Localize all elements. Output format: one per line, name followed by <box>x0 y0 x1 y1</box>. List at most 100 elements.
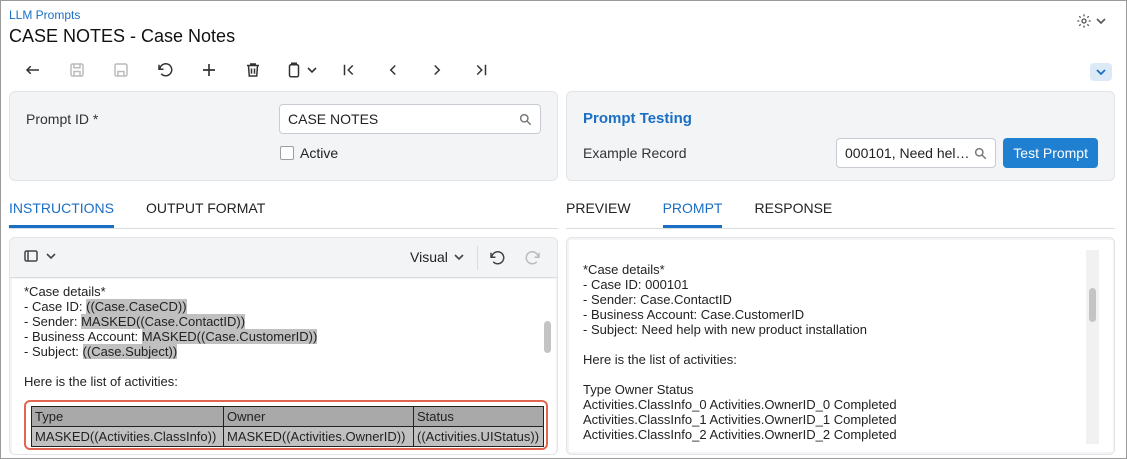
table-header-cell: Status <box>413 406 544 427</box>
prompt-testing-title: Prompt Testing <box>583 110 692 127</box>
editor-mode-value: Visual <box>410 249 448 265</box>
undo-button[interactable] <box>143 57 187 83</box>
preview-line: Activities.ClassInfo_1 Activities.OwnerI… <box>583 412 897 427</box>
save-button[interactable] <box>99 57 143 83</box>
tab-prompt[interactable]: PROMPT <box>662 200 723 228</box>
test-prompt-button[interactable]: Test Prompt <box>1003 138 1098 168</box>
instructions-tabs: INSTRUCTIONS OUTPUT FORMAT <box>9 193 558 229</box>
editor-mode-dropdown[interactable]: Visual <box>410 249 464 265</box>
prompt-preview-content: *Case details* - Case ID: 000101 - Sende… <box>569 240 1113 452</box>
table-cell: MASKED((Activities.OwnerID)) <box>223 426 414 447</box>
collapse-header-button[interactable] <box>1090 63 1112 81</box>
tab-instructions[interactable]: INSTRUCTIONS <box>9 200 114 228</box>
chevron-down-icon <box>307 67 317 74</box>
save-close-button[interactable] <box>55 57 99 83</box>
search-icon[interactable] <box>974 147 987 160</box>
placeholder-token: ((Case.Subject)) <box>82 344 178 359</box>
table-cell: MASKED((Activities.ClassInfo)) <box>31 426 224 447</box>
editor-content[interactable]: *Case details* - Case ID: ((Case.CaseCD)… <box>12 279 556 454</box>
table-cell: ((Activities.UIStatus)) <box>413 426 544 447</box>
add-icon <box>203 64 215 76</box>
prompt-form-panel: Prompt ID * CASE NOTES Active <box>9 91 558 181</box>
preview-line: Activities.ClassInfo_2 Activities.OwnerI… <box>583 427 897 442</box>
editor-layout-menu[interactable] <box>24 250 56 262</box>
tab-response[interactable]: RESPONSE <box>754 200 832 228</box>
placeholder-token: MASKED((Case.CustomerID)) <box>141 329 318 344</box>
tab-output-format[interactable]: OUTPUT FORMAT <box>146 200 265 228</box>
prompt-testing-panel: Prompt Testing Example Record 000101, Ne… <box>566 91 1115 181</box>
active-checkbox[interactable] <box>280 146 294 160</box>
editor-heading: *Case details* <box>24 284 106 299</box>
breadcrumb[interactable]: LLM Prompts <box>9 8 80 22</box>
save-icon <box>114 63 128 77</box>
preview-scroll-track[interactable] <box>1086 250 1099 444</box>
preview-line: - Sender: Case.ContactID <box>583 292 732 307</box>
app-window: LLM Prompts CASE NOTES - Case Notes Prom… <box>0 0 1127 459</box>
activities-intro: Here is the list of activities: <box>24 374 178 389</box>
activities-table: Type Owner Status MASKED((Activities.Cla… <box>31 406 544 447</box>
page-title: CASE NOTES - Case Notes <box>9 26 236 46</box>
layout-icon <box>24 250 38 262</box>
chevron-down-icon <box>1096 69 1106 76</box>
table-header-cell: Owner <box>223 406 414 427</box>
example-record-label: Example Record <box>583 145 687 161</box>
editor-scrollbar[interactable] <box>544 321 551 353</box>
back-icon <box>25 65 39 75</box>
preview-line: - Case ID: 000101 <box>583 277 689 292</box>
placeholder-token: ((Case.CaseCD)) <box>86 299 187 314</box>
toolbar-divider <box>477 246 478 270</box>
activities-table-highlight: Type Owner Status MASKED((Activities.Cla… <box>24 400 548 450</box>
clipboard-icon <box>288 62 300 78</box>
prompt-tabs: PREVIEW PROMPT RESPONSE <box>566 193 1115 229</box>
save-close-icon <box>70 63 84 77</box>
delete-button[interactable] <box>231 57 275 83</box>
active-checkbox-row[interactable]: Active <box>280 145 338 161</box>
add-button[interactable] <box>187 57 231 83</box>
tab-preview[interactable]: PREVIEW <box>566 200 631 228</box>
last-record-icon <box>476 64 487 76</box>
chevron-down-icon <box>46 253 56 260</box>
next-record-icon <box>434 64 441 76</box>
table-header-row: Type Owner Status <box>31 406 544 427</box>
preview-line: Here is the list of activities: <box>583 352 737 367</box>
previous-record-button[interactable] <box>371 57 415 83</box>
prompt-id-value: CASE NOTES <box>288 111 379 127</box>
table-header-cell: Type <box>31 406 224 427</box>
preview-line: Activities.ClassInfo_0 Activities.OwnerI… <box>583 397 897 412</box>
search-icon[interactable] <box>519 113 532 126</box>
back-button[interactable] <box>11 57 55 83</box>
example-record-field[interactable]: 000101, Need help with new product insta… <box>836 138 996 168</box>
instructions-editor: Visual *Case details* - Case ID: ((Case.… <box>9 237 558 455</box>
example-record-value: 000101, Need help with new product insta… <box>845 145 974 161</box>
prompt-id-label: Prompt ID * <box>26 111 99 127</box>
previous-record-icon <box>389 64 396 76</box>
prompt-id-field[interactable]: CASE NOTES <box>279 104 541 134</box>
editor-line: - Sender: MASKED((Case.ContactID)) <box>24 314 246 329</box>
placeholder-token: MASKED((Case.ContactID)) <box>81 314 246 329</box>
preview-line: Type Owner Status <box>583 382 694 397</box>
preview-line: - Business Account: Case.CustomerID <box>583 307 805 322</box>
undo-icon <box>158 63 173 77</box>
editor-line: - Business Account: MASKED((Case.Custome… <box>24 329 318 344</box>
table-row: MASKED((Activities.ClassInfo)) MASKED((A… <box>31 426 544 447</box>
undo-icon[interactable] <box>488 249 506 267</box>
preview-line: - Subject: Need help with new product in… <box>583 322 867 337</box>
delete-icon <box>247 63 259 77</box>
editor-line: - Case ID: ((Case.CaseCD)) <box>24 299 187 314</box>
clipboard-menu-button[interactable] <box>275 57 327 83</box>
active-label: Active <box>300 145 339 161</box>
first-record-button[interactable] <box>327 57 371 83</box>
prompt-preview-panel: *Case details* - Case ID: 000101 - Sende… <box>566 237 1115 455</box>
preview-line: *Case details* <box>583 262 665 277</box>
editor-toolbar: Visual <box>10 238 557 278</box>
main-toolbar <box>11 57 503 83</box>
chevron-down-icon <box>1096 18 1106 25</box>
preview-scrollbar[interactable] <box>1089 288 1096 322</box>
redo-icon[interactable] <box>524 249 542 267</box>
last-record-button[interactable] <box>459 57 503 83</box>
chevron-down-icon <box>454 254 464 261</box>
settings-menu[interactable] <box>1076 13 1106 29</box>
editor-line: - Subject: ((Case.Subject)) <box>24 344 178 359</box>
gear-icon <box>1077 14 1091 28</box>
next-record-button[interactable] <box>415 57 459 83</box>
